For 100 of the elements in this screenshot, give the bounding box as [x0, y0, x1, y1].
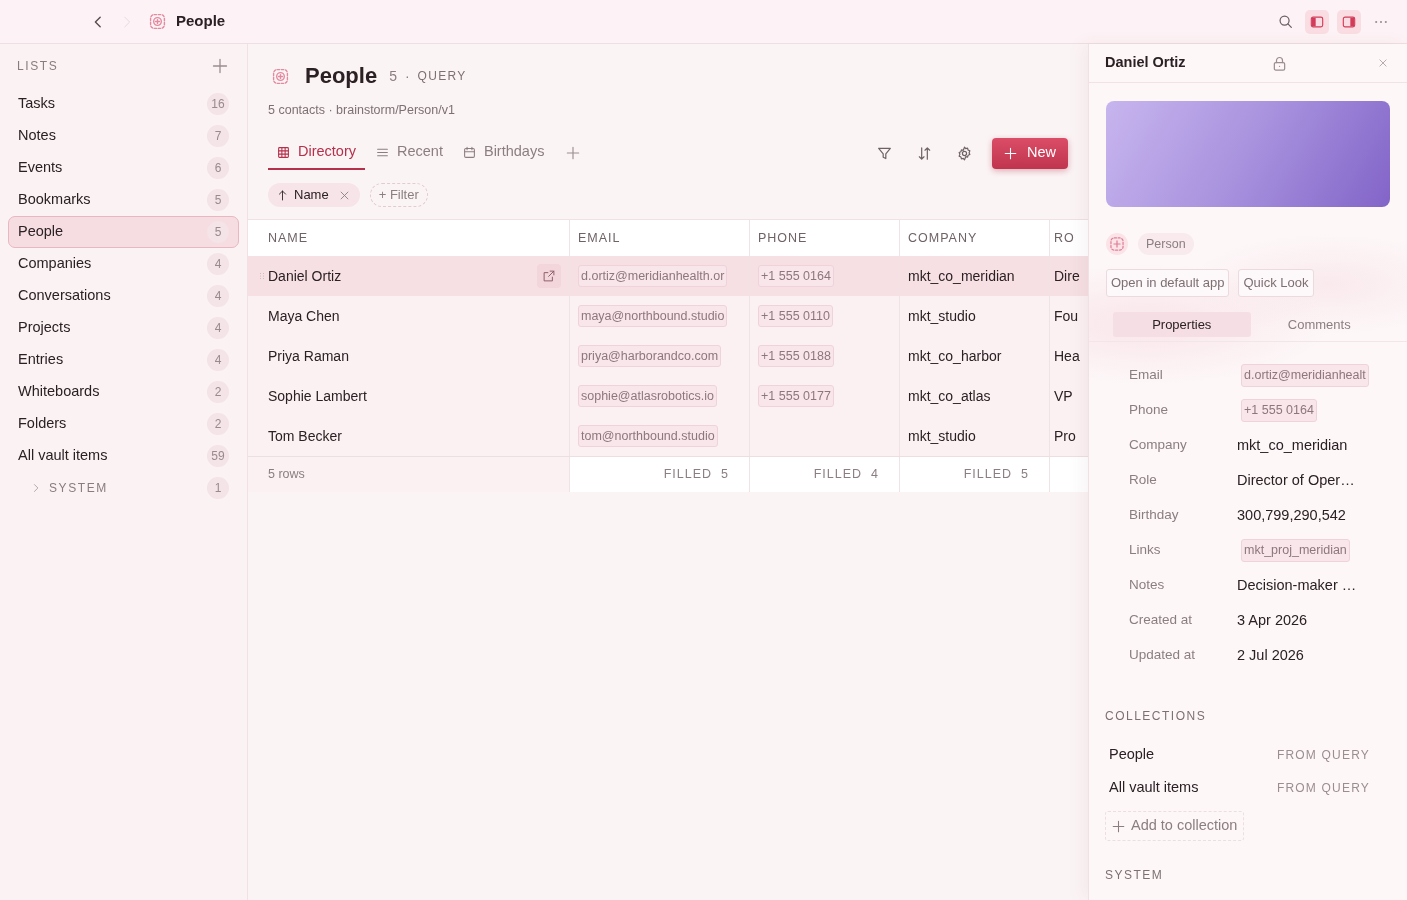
- dashed-plus-icon: [1106, 233, 1128, 255]
- column-header: NAME: [268, 229, 309, 247]
- sidebar-item[interactable]: Tasks 16: [8, 88, 239, 120]
- panel-toggle-button[interactable]: [1337, 9, 1361, 34]
- sidebar-panel-icon[interactable]: [1342, 14, 1356, 29]
- new-button[interactable]: New: [992, 137, 1068, 169]
- row-count: 5 rows: [268, 466, 305, 484]
- panel-title: Daniel Ortiz: [1105, 53, 1186, 73]
- table-cell-text: mkt_co_atlas: [908, 386, 991, 406]
- filter-icon[interactable]: [877, 145, 893, 161]
- sidebar-panel-icon[interactable]: [1310, 14, 1324, 29]
- filled-label: FILLED: [813, 466, 863, 484]
- count-badge: 4: [207, 349, 229, 371]
- view-tab[interactable]: Recent: [367, 136, 452, 170]
- table-cell-text: Maya Chen: [268, 306, 340, 326]
- property-chip[interactable]: d.ortiz@meridianhealt: [1241, 364, 1369, 387]
- column-header: COMPANY: [908, 229, 978, 247]
- sort-chip[interactable]: Name: [268, 183, 360, 207]
- close-icon[interactable]: [338, 189, 350, 201]
- filled-label: FILLED: [663, 466, 713, 484]
- sidebar-item[interactable]: All vault items 59: [8, 440, 239, 472]
- count-badge: 5: [207, 189, 229, 211]
- calendar-icon[interactable]: [462, 145, 476, 159]
- dashed-plus-icon: [272, 67, 289, 85]
- sidebar-item[interactable]: Entries 4: [8, 344, 239, 376]
- external-link-icon[interactable]: [543, 270, 555, 282]
- count-badge: 7: [207, 125, 229, 147]
- property-label: Notes: [1129, 576, 1165, 595]
- sidebar-item[interactable]: Folders 2: [8, 408, 239, 440]
- sidebar-item[interactable]: Bookmarks 5: [8, 184, 239, 216]
- sort-icon[interactable]: [917, 145, 933, 161]
- item-count: 5: [389, 66, 397, 86]
- action-button[interactable]: Open in default app: [1106, 269, 1230, 297]
- sidebar-item[interactable]: People 5: [8, 216, 239, 248]
- window-title: People: [176, 11, 226, 32]
- filled-count: 5: [721, 466, 729, 484]
- table-cell-text: VP: [1054, 386, 1073, 406]
- column-header: PHONE: [758, 229, 808, 247]
- page-title: People: [305, 64, 378, 88]
- section-heading: LISTS: [17, 58, 59, 75]
- table-cell-text: Pro: [1054, 426, 1076, 446]
- email-chip: priya@harborandco.com: [578, 344, 722, 368]
- count-badge: 2: [207, 413, 229, 435]
- sidebar-item[interactable]: Whiteboards 2: [8, 376, 239, 408]
- section-heading: COLLECTIONS: [1105, 708, 1207, 724]
- email-chip: tom@northbound.studio: [578, 424, 718, 448]
- table-cell-text: Priya Raman: [268, 346, 349, 366]
- property-label: Birthday: [1129, 506, 1179, 525]
- property-chip[interactable]: mkt_proj_meridian: [1241, 539, 1350, 562]
- phone-chip: +1 555 0164: [758, 264, 834, 288]
- close-icon[interactable]: [1378, 58, 1388, 68]
- panel-toggle-button[interactable]: [1305, 9, 1329, 34]
- sidebar-item[interactable]: Events 6: [8, 152, 239, 184]
- phone-chip: +1 555 0110: [758, 304, 833, 328]
- panel-tab[interactable]: Properties: [1113, 312, 1251, 337]
- property-value: Decision-maker …: [1237, 575, 1357, 595]
- view-tab[interactable]: Birthdays: [453, 136, 554, 170]
- property-label: Role: [1129, 471, 1157, 490]
- sidebar-item[interactable]: Companies 4: [8, 248, 239, 280]
- drag-handle-icon[interactable]: [258, 272, 266, 280]
- property-value: 2 Jul 2026: [1237, 645, 1304, 665]
- count-badge: 2: [207, 381, 229, 403]
- chevron-right-icon[interactable]: [31, 483, 41, 493]
- email-chip: maya@northbound.studio: [578, 304, 728, 328]
- collection-source: FROM QUERY: [1276, 746, 1370, 764]
- type-chip: Person: [1138, 232, 1194, 256]
- sidebar-item[interactable]: Notes 7: [8, 120, 239, 152]
- table-cell-text: Hea: [1054, 346, 1080, 366]
- separator-dot: ·: [404, 66, 410, 86]
- count-badge: 5: [207, 221, 229, 243]
- filled-count: 5: [1021, 466, 1029, 484]
- source-label: QUERY: [417, 68, 467, 85]
- plus-icon[interactable]: [1112, 819, 1125, 833]
- sidebar-group[interactable]: SYSTEM 1: [8, 472, 239, 504]
- count-badge: 16: [207, 93, 229, 115]
- table-cell-text: mkt_studio: [908, 306, 976, 326]
- settings-icon[interactable]: [957, 145, 973, 161]
- open-button[interactable]: [537, 264, 561, 288]
- table-cell-text: mkt_co_meridian: [908, 266, 1015, 286]
- section-heading: SYSTEM: [1105, 867, 1164, 883]
- property-label: Updated at: [1129, 646, 1196, 665]
- panel-tab[interactable]: Comments: [1250, 312, 1388, 337]
- lock-icon[interactable]: [1271, 55, 1287, 71]
- property-label: Company: [1129, 436, 1187, 455]
- grid-icon[interactable]: [277, 145, 290, 159]
- collection-name[interactable]: All vault items: [1109, 776, 1199, 799]
- search-icon[interactable]: [1277, 14, 1293, 29]
- action-button[interactable]: Quick Look: [1238, 269, 1314, 297]
- column-header: EMAIL: [578, 229, 621, 247]
- table-row[interactable]: Daniel Ortiz d.ortiz@meridianhealth.or +1 555 0164 mkt_co_meridian Dire: [248, 256, 1088, 296]
- filled-label: FILLED: [963, 466, 1013, 484]
- property-label: Phone: [1129, 401, 1169, 420]
- add-collection-button[interactable]: Add to collection: [1105, 811, 1245, 841]
- view-tab[interactable]: Directory: [268, 136, 365, 170]
- collection-name[interactable]: People: [1109, 743, 1155, 766]
- sidebar-item[interactable]: Projects 4: [8, 312, 239, 344]
- table-cell-text: Fou: [1054, 306, 1079, 326]
- table-cell-text: mkt_studio: [908, 426, 976, 446]
- table-cell-text: Tom Becker: [268, 426, 342, 446]
- sidebar-item[interactable]: Conversations 4: [8, 280, 239, 312]
